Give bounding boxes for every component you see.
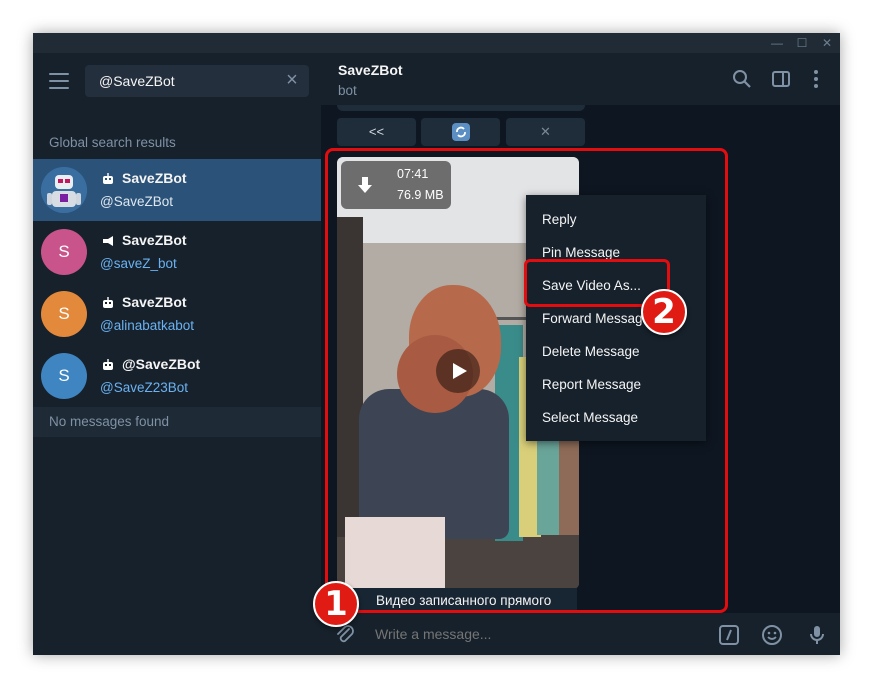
result-username: @saveZ_bot [100, 256, 177, 271]
bot-commands-icon[interactable] [717, 623, 741, 647]
inline-button-close[interactable]: ✕ [506, 118, 585, 146]
title-bar: — ☐ ✕ [33, 33, 840, 53]
step-2-badge: 2 [641, 289, 687, 335]
result-username: @SaveZ23Bot [100, 380, 189, 395]
annotation-highlight-video [325, 148, 728, 613]
search-box: × [85, 65, 309, 97]
bot-icon [103, 173, 113, 184]
inline-button-back[interactable]: << [337, 118, 416, 146]
compose-bar [321, 613, 840, 655]
refresh-icon [451, 123, 470, 141]
chat-status: bot [338, 83, 357, 98]
maximize-button[interactable]: ☐ [792, 35, 812, 51]
emoji-icon[interactable] [760, 623, 784, 647]
chat-title: SaveZBot [338, 62, 403, 78]
search-icon[interactable] [731, 68, 753, 90]
clear-search-icon[interactable]: × [283, 70, 301, 90]
minimize-button[interactable]: — [767, 35, 787, 51]
microphone-icon[interactable] [805, 623, 829, 647]
bot-icon [103, 359, 113, 370]
close-button[interactable]: ✕ [817, 35, 837, 51]
more-options-icon[interactable] [805, 68, 827, 90]
hamburger-menu-icon[interactable] [49, 73, 69, 89]
search-result-item[interactable]: S SaveZBot @alinabatkabot [33, 283, 321, 345]
result-username: @alinabatkabot [100, 318, 195, 333]
inline-button-refresh[interactable] [421, 118, 500, 146]
avatar: S [41, 291, 87, 337]
robot-avatar [41, 167, 87, 213]
result-title: SaveZBot [122, 294, 187, 310]
step-1-badge: 1 [313, 581, 359, 627]
search-result-item[interactable]: S @SaveZBot @SaveZ23Bot [33, 345, 321, 407]
sidebar-toggle-icon[interactable] [770, 68, 792, 90]
result-title: SaveZBot [122, 170, 187, 186]
no-messages-label: No messages found [49, 414, 170, 429]
message-input[interactable] [373, 625, 697, 643]
section-label: Global search results [49, 135, 176, 150]
result-title: SaveZBot [122, 232, 187, 248]
search-result-item[interactable]: S SaveZBot @saveZ_bot [33, 221, 321, 283]
no-messages-notice: No messages found [33, 407, 321, 437]
search-input[interactable] [97, 72, 281, 90]
keyboard-row-top [337, 105, 585, 111]
result-username: @SaveZBot [100, 194, 173, 209]
channel-megaphone-icon [103, 236, 113, 246]
result-title: @SaveZBot [122, 356, 201, 372]
sidebar: × Global search results SaveZBot @SaveZB… [33, 53, 321, 655]
chat-header[interactable]: SaveZBot bot [321, 53, 840, 105]
bot-icon [103, 297, 113, 308]
search-result-item[interactable]: SaveZBot @SaveZBot [33, 159, 321, 221]
avatar: S [41, 353, 87, 399]
avatar: S [41, 229, 87, 275]
